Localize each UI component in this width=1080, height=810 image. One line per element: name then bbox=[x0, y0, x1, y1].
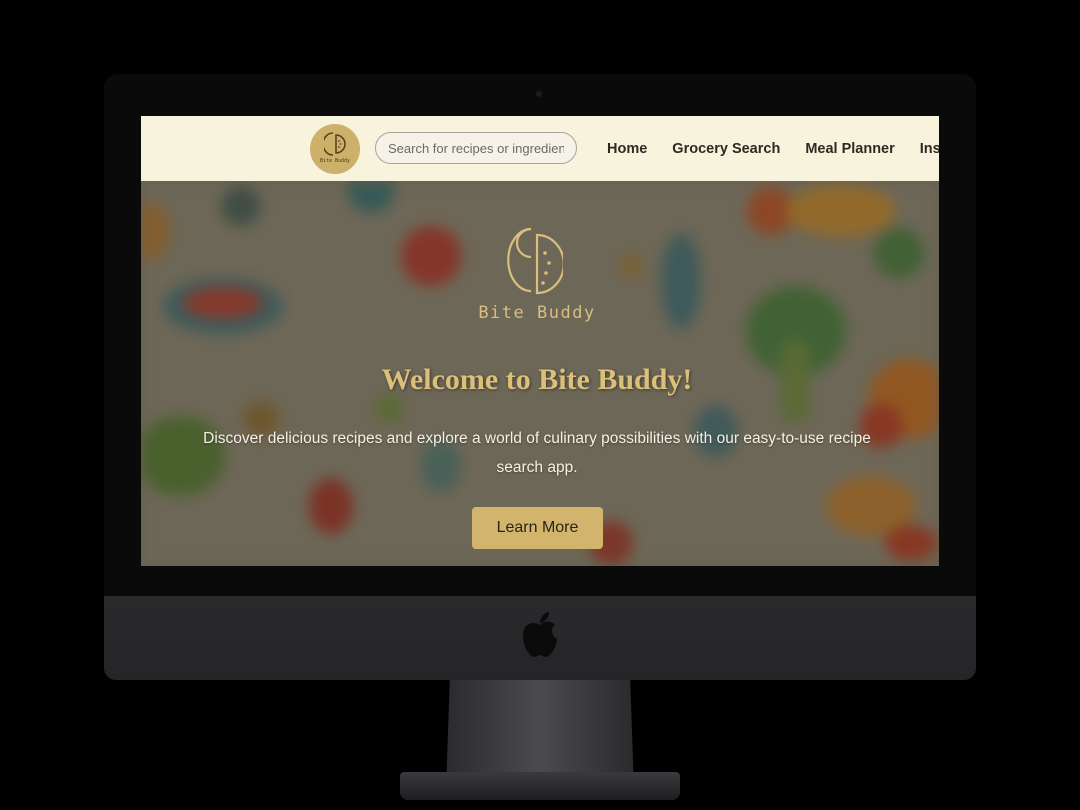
nav-link-meal-planner[interactable]: Meal Planner bbox=[805, 141, 894, 157]
hero-section: Bite Buddy Welcome to Bite Buddy! Discov… bbox=[141, 181, 939, 566]
search-input[interactable] bbox=[375, 132, 577, 164]
nav-link-home[interactable]: Home bbox=[607, 141, 647, 157]
learn-more-button[interactable]: Learn More bbox=[472, 507, 603, 549]
apple-logo-icon bbox=[523, 612, 557, 657]
nav-link-grocery-search[interactable]: Grocery Search bbox=[672, 141, 780, 157]
nav-links: Home Grocery Search Meal Planner Inspira… bbox=[607, 116, 939, 181]
hero-title: Welcome to Bite Buddy! bbox=[381, 363, 693, 396]
nav-link-inspiration[interactable]: Inspiration bbox=[920, 141, 939, 157]
bite-buddy-logo-icon bbox=[324, 132, 346, 156]
monitor-stand-base bbox=[400, 772, 680, 800]
nav-logo-text: Bite Buddy bbox=[319, 158, 351, 164]
browser-screen: Bite Buddy Home Grocery Search Meal Plan… bbox=[141, 116, 939, 566]
nav-logo[interactable]: Bite Buddy bbox=[310, 124, 360, 174]
camera-icon bbox=[536, 91, 542, 97]
hero-brand-name: Bite Buddy bbox=[478, 303, 596, 323]
navbar: Bite Buddy Home Grocery Search Meal Plan… bbox=[141, 116, 939, 181]
hero-description: Discover delicious recipes and explore a… bbox=[203, 430, 871, 476]
bite-buddy-logo-icon bbox=[507, 227, 563, 295]
